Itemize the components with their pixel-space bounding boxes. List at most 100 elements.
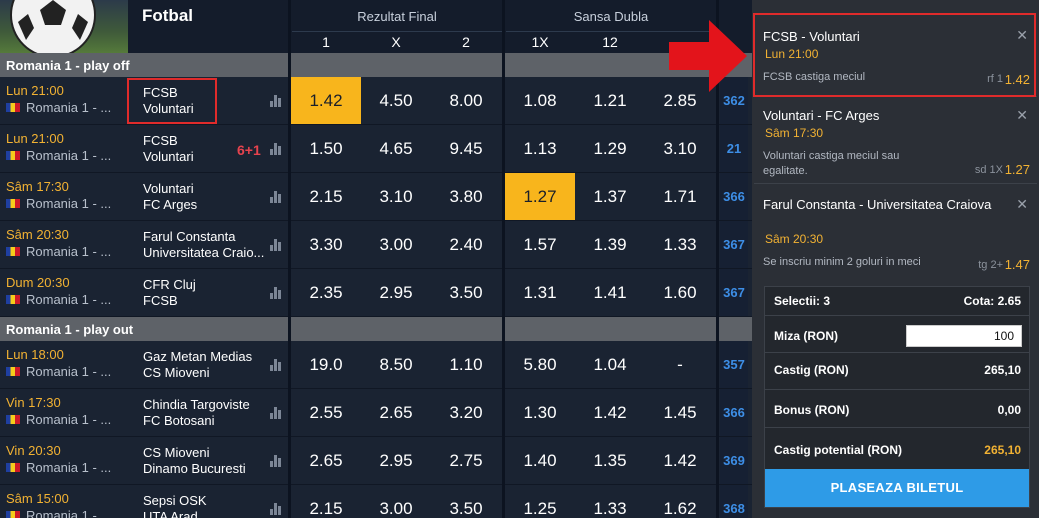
stats-icon[interactable] — [270, 503, 282, 515]
odd-button[interactable]: 2.40 — [431, 221, 501, 268]
odd-button[interactable]: 1.30 — [505, 389, 575, 436]
stats-icon[interactable] — [270, 143, 282, 155]
more-markets-link[interactable]: 21 — [720, 125, 748, 172]
odd-button[interactable]: 1.35 — [575, 437, 645, 484]
special-bets-badge[interactable]: 6+1 — [237, 142, 261, 158]
odd-button[interactable]: 1.42 — [645, 437, 715, 484]
section-header[interactable]: Romania 1 - play out — [0, 317, 752, 341]
odd-button[interactable]: 3.10 — [645, 125, 715, 172]
bonus-value: 0,00 — [997, 403, 1021, 417]
odd-button[interactable]: 2.35 — [291, 269, 361, 316]
odd-button[interactable]: 4.65 — [361, 125, 431, 172]
odd-button[interactable]: 3.80 — [431, 173, 501, 220]
stats-icon[interactable] — [270, 359, 282, 371]
odd-button[interactable]: 1.57 — [505, 221, 575, 268]
odd-button[interactable]: 2.95 — [361, 437, 431, 484]
odd-button[interactable]: 3.30 — [291, 221, 361, 268]
odd-button[interactable]: 1.60 — [645, 269, 715, 316]
odd-button[interactable]: 1.21 — [575, 77, 645, 124]
odd-button[interactable]: 1.42 — [575, 389, 645, 436]
match-row: Sâm 15:00 Romania 1 - ... Sepsi OSK UTA Ara… — [0, 485, 752, 518]
match-teams[interactable]: Farul Constanta Universitatea Craio... — [143, 229, 271, 261]
col-header-12: 12 — [602, 34, 618, 50]
match-teams[interactable]: Voluntari FC Arges — [143, 181, 271, 213]
more-markets-link[interactable]: 368 — [720, 485, 748, 518]
more-markets-link[interactable]: 367 — [720, 221, 748, 268]
odd-button[interactable]: 3.00 — [361, 221, 431, 268]
odd-button[interactable]: 2.15 — [291, 485, 361, 518]
odd-button[interactable]: - — [645, 341, 715, 388]
odd-button[interactable]: 1.33 — [645, 221, 715, 268]
more-markets-link[interactable]: 357 — [720, 341, 748, 388]
place-bet-button[interactable]: PLASEAZA BILETUL — [765, 469, 1029, 507]
home-team: Sepsi OSK — [143, 493, 207, 508]
away-team: CS Mioveni — [143, 365, 210, 380]
odd-button[interactable]: 1.31 — [505, 269, 575, 316]
odd-button[interactable]: 3.00 — [361, 485, 431, 518]
odd-button[interactable]: 2.65 — [361, 389, 431, 436]
stats-icon[interactable] — [270, 407, 282, 419]
odd-button[interactable]: 1.27 — [505, 173, 575, 220]
odd-button[interactable]: 3.10 — [361, 173, 431, 220]
odd-button[interactable]: 4.50 — [361, 77, 431, 124]
column-separator — [288, 0, 291, 53]
more-markets-link[interactable]: 366 — [720, 173, 748, 220]
odd-button[interactable]: 2.65 — [291, 437, 361, 484]
odd-button[interactable]: 9.45 — [431, 125, 501, 172]
league-name: Romania 1 - ... — [26, 460, 112, 475]
odd-button[interactable]: 8.50 — [361, 341, 431, 388]
odd-button[interactable]: 1.08 — [505, 77, 575, 124]
match-row: Lun 18:00 Romania 1 - ... Gaz Metan Medias… — [0, 341, 752, 389]
more-markets-link[interactable]: 369 — [720, 437, 748, 484]
odd-button[interactable]: 3.50 — [431, 269, 501, 316]
highlight-box-betslip — [753, 13, 1036, 97]
odd-button[interactable]: 1.04 — [575, 341, 645, 388]
match-league: Romania 1 - ... — [6, 508, 111, 518]
odd-button[interactable]: 3.20 — [431, 389, 501, 436]
stats-icon[interactable] — [270, 191, 282, 203]
odd-button[interactable]: 1.42 — [291, 77, 361, 124]
odd-button[interactable]: 1.45 — [645, 389, 715, 436]
odd-button[interactable]: 1.62 — [645, 485, 715, 518]
odd-button[interactable]: 1.41 — [575, 269, 645, 316]
odd-button[interactable]: 3.50 — [431, 485, 501, 518]
odd-button[interactable]: 2.55 — [291, 389, 361, 436]
stats-icon[interactable] — [270, 455, 282, 467]
match-teams[interactable]: CS Mioveni Dinamo Bucuresti — [143, 445, 271, 477]
match-teams[interactable]: CFR Cluj FCSB — [143, 277, 271, 309]
section-header[interactable]: Romania 1 - play off — [0, 53, 752, 77]
league-name: Romania 1 - ... — [26, 148, 112, 163]
odd-button[interactable]: 1.37 — [575, 173, 645, 220]
more-markets-link[interactable]: 366 — [720, 389, 748, 436]
stats-icon[interactable] — [270, 239, 282, 251]
odd-button[interactable]: 19.0 — [291, 341, 361, 388]
odd-button[interactable]: 2.75 — [431, 437, 501, 484]
odd-button[interactable]: 1.33 — [575, 485, 645, 518]
odd-button[interactable]: 2.95 — [361, 269, 431, 316]
stake-input[interactable] — [906, 325, 1022, 347]
remove-bet-icon[interactable]: ✕ — [1016, 107, 1028, 124]
league-name: Romania 1 - ... — [26, 412, 112, 427]
odd-button[interactable]: 1.29 — [575, 125, 645, 172]
stats-icon[interactable] — [270, 287, 282, 299]
match-teams[interactable]: Sepsi OSK UTA Arad — [143, 493, 271, 518]
odd-button[interactable]: 1.25 — [505, 485, 575, 518]
odd-button[interactable]: 1.10 — [431, 341, 501, 388]
bet-market-code: tg 2+ — [978, 259, 1003, 271]
odd-button[interactable]: 1.40 — [505, 437, 575, 484]
odd-button[interactable]: 1.50 — [291, 125, 361, 172]
odd-button[interactable]: 1.71 — [645, 173, 715, 220]
stats-icon[interactable] — [270, 95, 282, 107]
odd-button[interactable]: 1.13 — [505, 125, 575, 172]
match-teams[interactable]: Gaz Metan Medias CS Mioveni — [143, 349, 271, 381]
romania-flag-icon — [6, 151, 20, 160]
odd-button[interactable]: 8.00 — [431, 77, 501, 124]
odd-button[interactable]: 2.15 — [291, 173, 361, 220]
odd-button[interactable]: 5.80 — [505, 341, 575, 388]
home-team: Voluntari — [143, 181, 194, 196]
match-league: Romania 1 - ... — [6, 460, 111, 475]
remove-bet-icon[interactable]: ✕ — [1016, 196, 1028, 213]
match-teams[interactable]: Chindia Targoviste FC Botosani — [143, 397, 271, 429]
more-markets-link[interactable]: 367 — [720, 269, 748, 316]
odd-button[interactable]: 1.39 — [575, 221, 645, 268]
